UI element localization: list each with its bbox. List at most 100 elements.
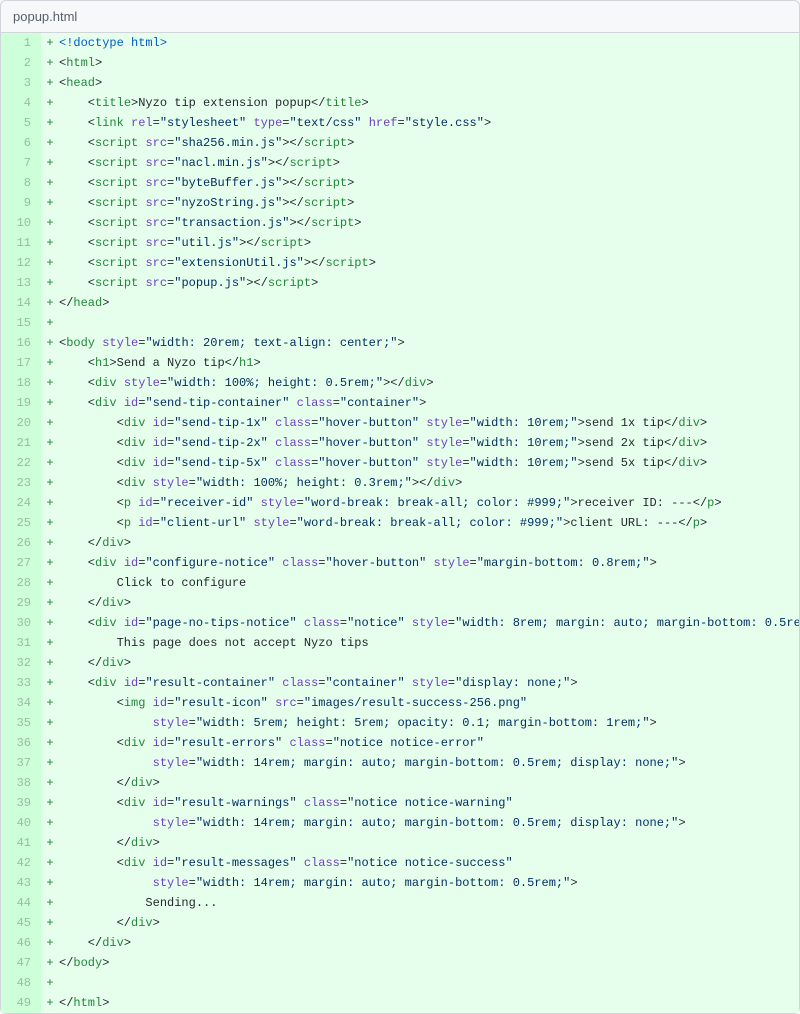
line-number[interactable]: 36 xyxy=(1,733,41,753)
code-line[interactable]: </div> xyxy=(59,773,799,793)
code-line[interactable]: <script src="transaction.js"></script> xyxy=(59,213,799,233)
line-number[interactable]: 30 xyxy=(1,613,41,633)
code-line[interactable]: <p id="receiver-id" style="word-break: b… xyxy=(59,493,799,513)
code-line[interactable]: <div id="result-messages" class="notice … xyxy=(59,853,799,873)
line-number[interactable]: 24 xyxy=(1,493,41,513)
code-line[interactable]: <div style="width: 100%; height: 0.3rem;… xyxy=(59,473,799,493)
file-header[interactable]: popup.html xyxy=(1,1,799,33)
line-number[interactable]: 37 xyxy=(1,753,41,773)
code-line[interactable]: <div id="page-no-tips-notice" class="not… xyxy=(59,613,799,633)
code-line[interactable] xyxy=(59,973,799,993)
line-number[interactable]: 40 xyxy=(1,813,41,833)
line-number[interactable]: 23 xyxy=(1,473,41,493)
line-number[interactable]: 34 xyxy=(1,693,41,713)
line-number[interactable]: 26 xyxy=(1,533,41,553)
code-line[interactable]: style="width: 14rem; margin: auto; margi… xyxy=(59,873,799,893)
line-number[interactable]: 38 xyxy=(1,773,41,793)
code-line[interactable]: style="width: 14rem; margin: auto; margi… xyxy=(59,753,799,773)
line-number[interactable]: 4 xyxy=(1,93,41,113)
code-line[interactable]: Click to configure xyxy=(59,573,799,593)
code-line[interactable]: </div> xyxy=(59,533,799,553)
line-number[interactable]: 1 xyxy=(1,33,41,53)
code-line[interactable]: Sending... xyxy=(59,893,799,913)
code-line[interactable]: <link rel="stylesheet" type="text/css" h… xyxy=(59,113,799,133)
line-number[interactable]: 12 xyxy=(1,253,41,273)
code-line[interactable]: <p id="client-url" style="word-break: br… xyxy=(59,513,799,533)
code-line[interactable]: This page does not accept Nyzo tips xyxy=(59,633,799,653)
code-line[interactable]: <!doctype html> xyxy=(59,33,799,53)
code-line[interactable]: <head> xyxy=(59,73,799,93)
code-line[interactable]: <script src="popup.js"></script> xyxy=(59,273,799,293)
line-number[interactable]: 9 xyxy=(1,193,41,213)
line-number[interactable]: 20 xyxy=(1,413,41,433)
code-line[interactable]: <div id="send-tip-container" class="cont… xyxy=(59,393,799,413)
line-number[interactable]: 17 xyxy=(1,353,41,373)
code-line[interactable]: <title>Nyzo tip extension popup</title> xyxy=(59,93,799,113)
code-line[interactable]: <h1>Send a Nyzo tip</h1> xyxy=(59,353,799,373)
code-line[interactable]: <img id="result-icon" src="images/result… xyxy=(59,693,799,713)
code-line[interactable]: </div> xyxy=(59,653,799,673)
line-number[interactable]: 18 xyxy=(1,373,41,393)
code-line[interactable]: <html> xyxy=(59,53,799,73)
line-number[interactable]: 14 xyxy=(1,293,41,313)
line-number[interactable]: 8 xyxy=(1,173,41,193)
code-line[interactable]: <script src="sha256.min.js"></script> xyxy=(59,133,799,153)
code-line[interactable]: </html> xyxy=(59,993,799,1013)
code-line[interactable]: </div> xyxy=(59,913,799,933)
diff-row: 43+ style="width: 14rem; margin: auto; m… xyxy=(1,873,799,893)
line-number[interactable]: 15 xyxy=(1,313,41,333)
code-line[interactable]: <div id="send-tip-5x" class="hover-butto… xyxy=(59,453,799,473)
code-line[interactable]: </body> xyxy=(59,953,799,973)
line-number[interactable]: 11 xyxy=(1,233,41,253)
line-number[interactable]: 49 xyxy=(1,993,41,1013)
code-line[interactable]: <div id="send-tip-2x" class="hover-butto… xyxy=(59,433,799,453)
line-number[interactable]: 35 xyxy=(1,713,41,733)
line-number[interactable]: 6 xyxy=(1,133,41,153)
line-number[interactable]: 28 xyxy=(1,573,41,593)
code-line[interactable]: <script src="nacl.min.js"></script> xyxy=(59,153,799,173)
line-number[interactable]: 32 xyxy=(1,653,41,673)
line-number[interactable]: 31 xyxy=(1,633,41,653)
line-number[interactable]: 29 xyxy=(1,593,41,613)
line-number[interactable]: 46 xyxy=(1,933,41,953)
code-line[interactable]: <script src="nyzoString.js"></script> xyxy=(59,193,799,213)
code-line[interactable]: <script src="util.js"></script> xyxy=(59,233,799,253)
line-number[interactable]: 25 xyxy=(1,513,41,533)
line-number[interactable]: 19 xyxy=(1,393,41,413)
code-line[interactable]: <script src="extensionUtil.js"></script> xyxy=(59,253,799,273)
line-number[interactable]: 2 xyxy=(1,53,41,73)
line-number[interactable]: 39 xyxy=(1,793,41,813)
code-line[interactable]: <div id="result-errors" class="notice no… xyxy=(59,733,799,753)
line-number[interactable]: 16 xyxy=(1,333,41,353)
code-line[interactable]: <div id="result-container" class="contai… xyxy=(59,673,799,693)
line-number[interactable]: 48 xyxy=(1,973,41,993)
code-line[interactable]: </div> xyxy=(59,933,799,953)
code-line[interactable]: </div> xyxy=(59,833,799,853)
line-number[interactable]: 42 xyxy=(1,853,41,873)
code-line[interactable]: </head> xyxy=(59,293,799,313)
line-number[interactable]: 41 xyxy=(1,833,41,853)
code-line[interactable]: </div> xyxy=(59,593,799,613)
line-number[interactable]: 3 xyxy=(1,73,41,93)
line-number[interactable]: 43 xyxy=(1,873,41,893)
code-line[interactable]: <div id="result-warnings" class="notice … xyxy=(59,793,799,813)
line-number[interactable]: 45 xyxy=(1,913,41,933)
line-number[interactable]: 27 xyxy=(1,553,41,573)
code-line[interactable] xyxy=(59,313,799,333)
code-line[interactable]: <div style="width: 100%; height: 0.5rem;… xyxy=(59,373,799,393)
line-number[interactable]: 22 xyxy=(1,453,41,473)
code-line[interactable]: <body style="width: 20rem; text-align: c… xyxy=(59,333,799,353)
line-number[interactable]: 13 xyxy=(1,273,41,293)
line-number[interactable]: 47 xyxy=(1,953,41,973)
line-number[interactable]: 21 xyxy=(1,433,41,453)
line-number[interactable]: 44 xyxy=(1,893,41,913)
line-number[interactable]: 5 xyxy=(1,113,41,133)
line-number[interactable]: 7 xyxy=(1,153,41,173)
code-line[interactable]: <div id="send-tip-1x" class="hover-butto… xyxy=(59,413,799,433)
code-line[interactable]: <script src="byteBuffer.js"></script> xyxy=(59,173,799,193)
line-number[interactable]: 33 xyxy=(1,673,41,693)
code-line[interactable]: style="width: 5rem; height: 5rem; opacit… xyxy=(59,713,799,733)
line-number[interactable]: 10 xyxy=(1,213,41,233)
code-line[interactable]: <div id="configure-notice" class="hover-… xyxy=(59,553,799,573)
code-line[interactable]: style="width: 14rem; margin: auto; margi… xyxy=(59,813,799,833)
